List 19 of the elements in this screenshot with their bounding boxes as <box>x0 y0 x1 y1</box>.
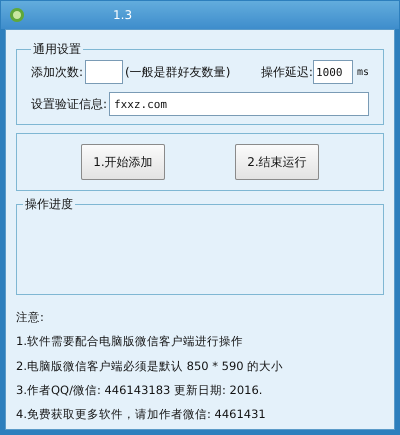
note-line: 3.作者QQ/微信: 446143183 更新日期: 2016. <box>16 382 264 399</box>
delay-label: 操作延迟: <box>260 64 313 81</box>
count-hint: (一般是群好友数量) <box>125 64 230 81</box>
verify-field[interactable]: fxxz.com <box>109 92 369 116</box>
note-line: 1.软件需要配合电脑版微信客户端进行操作 <box>16 333 244 350</box>
window-title: 1.3 <box>113 7 132 24</box>
action-button[interactable]: 1.开始添加 <box>81 144 165 180</box>
group-title: 通用设置 <box>32 41 82 58</box>
count-label: 添加次数: <box>31 64 84 81</box>
action-button[interactable]: 2.结束运行 <box>235 144 319 180</box>
note-line: 4.免费获取更多软件，请加作者微信: 4461431 <box>16 406 267 423</box>
group-title: 操作进度 <box>24 196 74 213</box>
delay-unit: ms <box>356 66 369 80</box>
app-icon <box>9 7 25 23</box>
verify-label: 设置验证信息: <box>31 96 108 113</box>
notes-title: 注意: <box>16 309 45 326</box>
delay-field[interactable]: 1000 <box>312 60 353 84</box>
count-field[interactable] <box>85 60 124 84</box>
note-line: 2.电脑版微信客户端必须是默认 850 * 590 的大小 <box>16 358 284 374</box>
